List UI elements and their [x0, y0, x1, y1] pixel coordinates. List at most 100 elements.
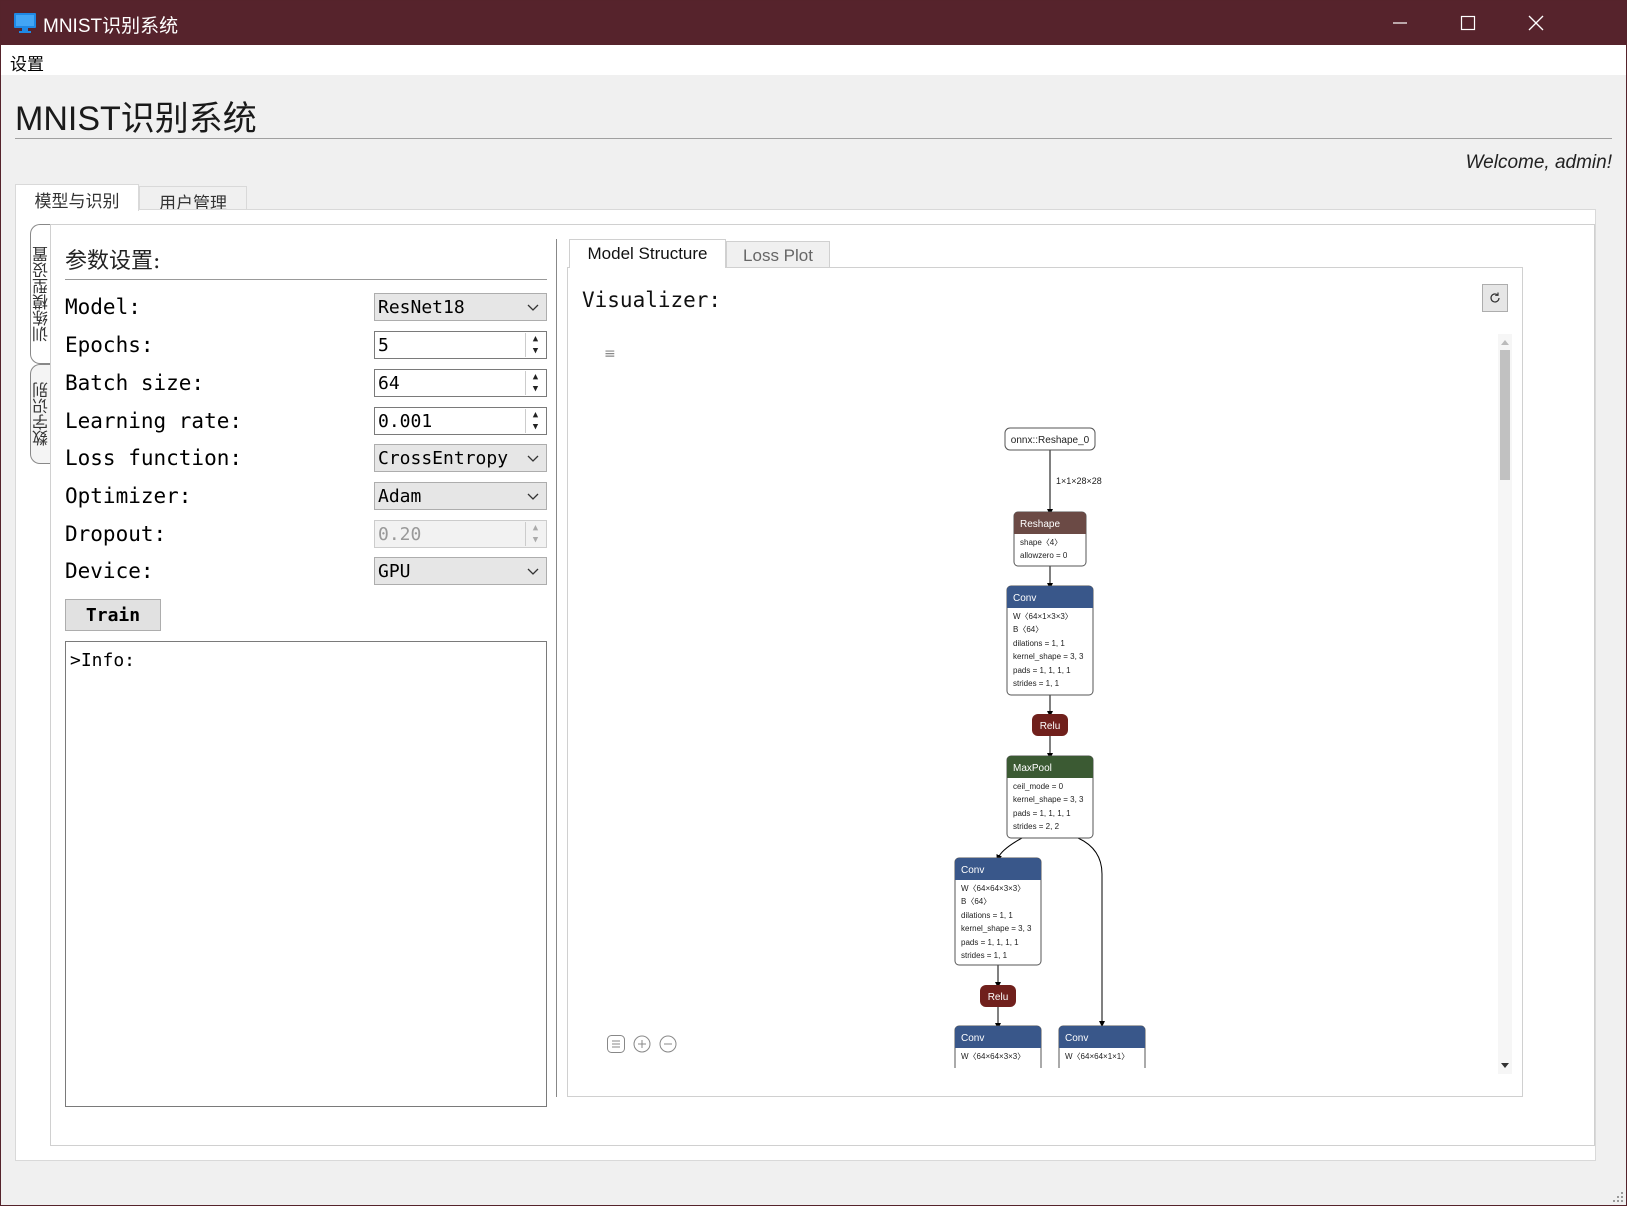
spin-buttons[interactable]: ▲ ▼ [525, 522, 545, 546]
info-text: >Info: [70, 650, 136, 671]
resize-grip-icon[interactable] [1610, 1189, 1624, 1203]
minimize-button[interactable] [1366, 1, 1434, 45]
tab-model-structure[interactable]: Model Structure [569, 239, 726, 268]
node-attr: strides = 1, 1 [961, 951, 1008, 960]
node-title: Relu [988, 992, 1009, 1003]
spin-buttons[interactable]: ▲ ▼ [525, 333, 545, 357]
close-button[interactable] [1502, 1, 1570, 45]
optimizer-select[interactable]: Adam [374, 482, 547, 510]
node-attr: B〈64〉 [1013, 625, 1043, 634]
tab-user-management[interactable]: 用户管理 [139, 186, 247, 214]
node-title: Relu [1040, 721, 1061, 732]
title-bar[interactable]: MNIST识别系统 [1, 1, 1626, 45]
params-title: 参数设置: [65, 249, 161, 274]
arrow-up-icon[interactable]: ▲ [526, 522, 545, 534]
device-value: GPU [378, 561, 411, 582]
scrollbar-thumb[interactable] [1500, 350, 1510, 480]
zoom-out-icon[interactable] [658, 1034, 678, 1054]
loss-function-select[interactable]: CrossEntropy [374, 444, 547, 472]
graph-node-conv[interactable]: Conv W〈64×64×3×3〉 [954, 1025, 1042, 1074]
close-icon [1528, 15, 1544, 31]
node-attr: dilations = 1, 1 [1013, 639, 1065, 648]
node-title: Conv [1065, 1033, 1088, 1044]
tab-model-recognition[interactable]: 模型与识别 [15, 184, 139, 212]
info-log[interactable]: >Info: [65, 641, 547, 1107]
arrow-down-icon[interactable]: ▼ [526, 383, 545, 395]
loss-function-label: Loss function: [65, 446, 243, 470]
arrow-up-icon[interactable]: ▲ [526, 333, 545, 345]
main-panel: 训练模型设置 数字识别 参数设置: Model: ResNet18 Epochs… [15, 209, 1596, 1161]
list-icon[interactable] [606, 1034, 626, 1054]
arrow-down-icon[interactable] [1498, 1060, 1512, 1072]
maximize-icon [1460, 15, 1476, 31]
optimizer-value: Adam [378, 486, 422, 507]
node-attr: W〈64×64×3×3〉 [961, 884, 1025, 893]
node-attr: ceil_mode = 0 [1013, 782, 1064, 791]
model-graph-view[interactable]: ≡ onnx::Reshape_0 1×1×28×28 Reshape shap… [582, 334, 1512, 1074]
arrow-down-icon[interactable]: ▼ [526, 345, 545, 357]
zoom-controls [606, 1034, 678, 1054]
epochs-spinbox[interactable]: 5 ▲ ▼ [374, 331, 547, 359]
node-label: onnx::Reshape_0 [1011, 435, 1090, 446]
train-button[interactable]: Train [65, 599, 161, 631]
spin-buttons[interactable]: ▲ ▼ [525, 409, 545, 433]
node-title: Conv [1013, 593, 1036, 604]
node-attr: kernel_shape = 3, 3 [961, 924, 1032, 933]
model-select[interactable]: ResNet18 [374, 293, 547, 321]
device-label: Device: [65, 559, 154, 583]
maximize-button[interactable] [1434, 1, 1502, 45]
chevron-down-icon [527, 493, 539, 500]
node-attr: pads = 1, 1, 1, 1 [961, 938, 1019, 947]
params-panel: 参数设置: Model: ResNet18 Epochs: 5 ▲ ▼ Batch… [51, 225, 571, 1145]
vertical-scrollbar[interactable] [1498, 334, 1512, 1074]
node-attr: W〈64×64×1×1〉 [1065, 1052, 1129, 1061]
splitter[interactable] [556, 239, 557, 1097]
loss-function-value: CrossEntropy [378, 448, 509, 469]
batch-size-spinbox[interactable]: 64 ▲ ▼ [374, 369, 547, 397]
menu-settings[interactable]: 设置 [10, 50, 44, 75]
chevron-down-icon [527, 304, 539, 311]
arrow-down-icon[interactable]: ▼ [526, 534, 545, 546]
learning-rate-label: Learning rate: [65, 409, 243, 433]
divider [65, 279, 547, 280]
model-graph: onnx::Reshape_0 1×1×28×28 Reshape shape〈… [942, 427, 1162, 1074]
dropout-label: Dropout: [65, 522, 167, 546]
tab-loss-plot[interactable]: Loss Plot [726, 241, 830, 269]
optimizer-label: Optimizer: [65, 484, 192, 508]
graph-node-conv[interactable]: Conv W〈64×1×3×3〉 B〈64〉 dilations = 1, 1 … [1006, 585, 1094, 696]
graph-node-relu[interactable]: Relu [1032, 714, 1068, 736]
epochs-value: 5 [378, 335, 389, 356]
graph-node-relu[interactable]: Relu [980, 985, 1016, 1007]
graph-node-conv[interactable]: Conv W〈64×64×3×3〉 B〈64〉 dilations = 1, 1… [954, 857, 1042, 966]
node-attr: pads = 1, 1, 1, 1 [1013, 809, 1071, 818]
learning-rate-value: 0.001 [378, 411, 433, 432]
side-tab-digit-recognition[interactable]: 数字识别 [30, 364, 52, 464]
node-attr: pads = 1, 1, 1, 1 [1013, 666, 1071, 675]
graph-node-reshape[interactable]: Reshape shape〈4〉 allowzero = 0 [1013, 511, 1087, 567]
edge-label: 1×1×28×28 [1056, 476, 1102, 486]
graph-node-conv[interactable]: Conv W〈64×64×1×1〉 [1058, 1025, 1146, 1074]
arrow-up-icon[interactable] [1498, 336, 1512, 348]
refresh-icon [1490, 292, 1500, 303]
graph-node-input[interactable]: onnx::Reshape_0 [1004, 427, 1096, 451]
spin-buttons[interactable]: ▲ ▼ [525, 371, 545, 395]
content-frame: 参数设置: Model: ResNet18 Epochs: 5 ▲ ▼ Batch… [50, 224, 1595, 1146]
refresh-button[interactable] [1482, 284, 1508, 312]
arrow-up-icon[interactable]: ▲ [526, 371, 545, 383]
model-label: Model: [65, 295, 141, 319]
node-attr: W〈64×64×3×3〉 [961, 1052, 1025, 1061]
arrow-up-icon[interactable]: ▲ [526, 409, 545, 421]
arrow-down-icon[interactable]: ▼ [526, 421, 545, 433]
node-attr: shape〈4〉 [1020, 538, 1062, 547]
chevron-down-icon [527, 455, 539, 462]
side-tab-train-settings[interactable]: 训练模型设置 [30, 224, 52, 364]
minimize-icon [1393, 22, 1407, 24]
dropout-spinbox[interactable]: 0.20 ▲ ▼ [374, 520, 547, 548]
node-title: MaxPool [1013, 763, 1052, 774]
monitor-icon [14, 13, 36, 33]
visualizer-label: Visualizer: [582, 288, 722, 312]
device-select[interactable]: GPU [374, 557, 547, 585]
zoom-in-icon[interactable] [632, 1034, 652, 1054]
learning-rate-spinbox[interactable]: 0.001 ▲ ▼ [374, 407, 547, 435]
graph-node-maxpool[interactable]: MaxPool ceil_mode = 0 kernel_shape = 3, … [1006, 755, 1094, 839]
